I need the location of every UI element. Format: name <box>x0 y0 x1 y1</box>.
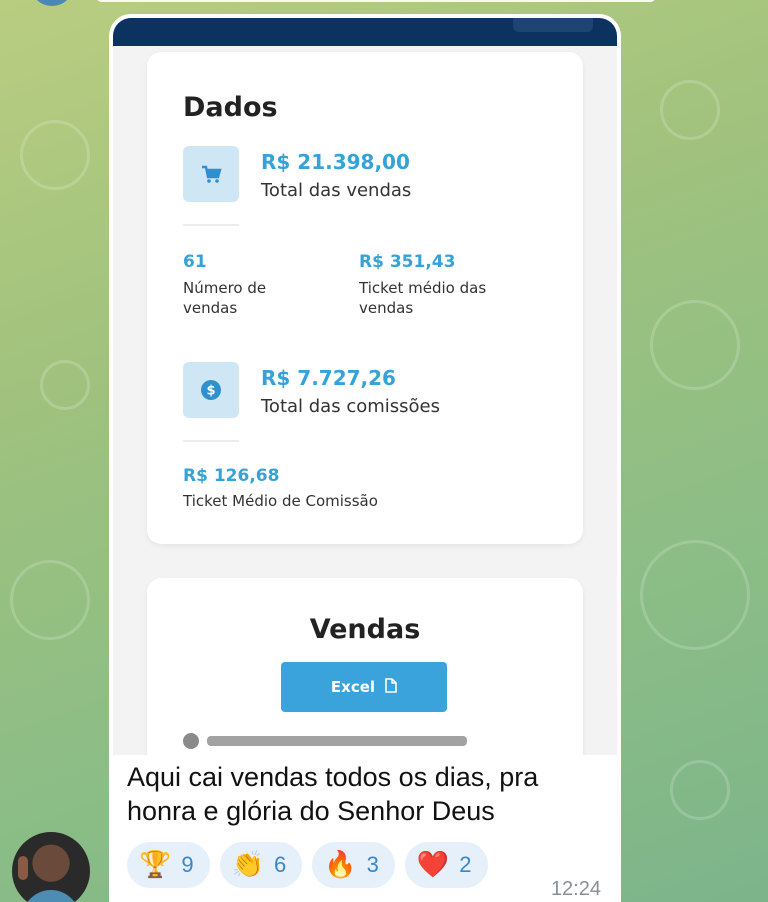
sender-avatar[interactable] <box>12 832 90 902</box>
ticket-comissao-value: R$ 126,68 <box>183 466 280 486</box>
excel-export-button[interactable]: Excel <box>281 662 447 712</box>
ticket-medio-value: R$ 351,43 <box>359 252 456 272</box>
total-vendas-value: R$ 21.398,00 <box>261 150 410 174</box>
document-icon <box>385 677 397 697</box>
reaction-count: 6 <box>274 852 287 877</box>
ticket-comissao-label: Ticket Médio de Comissão <box>183 492 378 510</box>
reaction-count: 3 <box>366 852 379 877</box>
vendas-title: Vendas <box>309 614 421 645</box>
previous-message-edge <box>96 0 656 2</box>
reaction-clap[interactable]: 👏 6 <box>219 842 303 888</box>
reaction-count: 2 <box>459 852 472 877</box>
reaction-fire[interactable]: 🔥 3 <box>312 842 395 888</box>
divider <box>183 224 239 226</box>
numero-vendas-value: 61 <box>183 252 207 272</box>
total-comissoes-label: Total das comissões <box>261 396 440 417</box>
header-button <box>513 18 593 32</box>
total-vendas-label: Total das vendas <box>261 180 412 201</box>
dados-title: Dados <box>183 92 278 123</box>
svg-text:$: $ <box>206 384 215 399</box>
app-header-bar <box>113 18 617 46</box>
cart-icon <box>183 146 239 202</box>
message-bubble[interactable]: Dados R$ 21.398,00 Total das vendas 61 N… <box>109 14 621 902</box>
vendas-card: Vendas Excel <box>147 578 583 755</box>
excel-button-label: Excel <box>330 678 376 696</box>
message-timestamp: 12:24 <box>550 878 601 900</box>
attached-screenshot-image[interactable]: Dados R$ 21.398,00 Total das vendas 61 N… <box>113 18 617 755</box>
heart-icon: ❤️ <box>416 850 450 880</box>
numero-vendas-label: Número de vendas <box>183 279 267 317</box>
dados-card: Dados R$ 21.398,00 Total das vendas 61 N… <box>147 52 583 544</box>
fire-icon: 🔥 <box>324 850 357 880</box>
reaction-count: 9 <box>181 852 194 877</box>
ticket-medio-label: Ticket médio das vendas <box>359 279 487 317</box>
total-comissoes-value: R$ 7.727,26 <box>261 366 396 390</box>
reactions-bar: 🏆 9 👏 6 🔥 3 ❤️ 2 <box>127 842 488 888</box>
clapping-hands-icon: 👏 <box>231 850 264 880</box>
trophy-icon: 🏆 <box>139 850 172 880</box>
dollar-coin-icon: $ <box>183 362 239 418</box>
cut-off-status-row <box>183 733 483 749</box>
reaction-trophy[interactable]: 🏆 9 <box>127 842 210 888</box>
divider <box>183 440 239 442</box>
reaction-heart[interactable]: ❤️ 2 <box>404 842 488 888</box>
message-caption: Aqui cai vendas todos os dias, pra honra… <box>127 762 539 826</box>
